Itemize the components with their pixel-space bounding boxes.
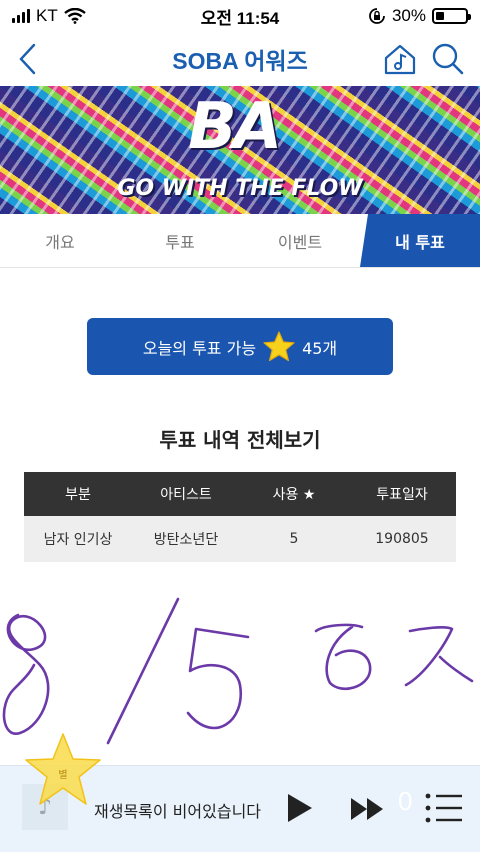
vote-count-value: 45개 — [302, 338, 338, 358]
back-chevron-icon[interactable] — [14, 42, 44, 76]
vote-count-prefix: 오늘의 투표 가능 — [142, 338, 257, 358]
cell-used-stars: 5 — [240, 516, 348, 562]
cell-category: 남자 인기상 — [24, 516, 132, 562]
table-row: 남자 인기상 방탄소년단 5 190805 — [24, 516, 456, 562]
status-left: KT — [12, 6, 86, 26]
tab-bar: 개요 투표 이벤트 내 투표 — [0, 214, 480, 268]
vote-history-title[interactable]: 투표 내역 전체보기 — [0, 424, 480, 453]
rotation-lock-icon — [369, 8, 385, 24]
status-right: 30% — [368, 6, 471, 26]
banner-slogan: GO WITH THE FLOW — [117, 176, 363, 201]
tab-vote[interactable]: 투표 — [120, 214, 240, 267]
cell-artist: 방탄소년단 — [132, 516, 240, 562]
tab-my-vote[interactable]: 내 투표 — [360, 214, 480, 267]
banner-logo: BA — [188, 90, 282, 164]
tab-event[interactable]: 이벤트 — [240, 214, 360, 267]
carrier-label: KT — [36, 6, 58, 25]
column-header-vote-date: 투표일자 — [348, 472, 456, 516]
column-header-artist: 아티스트 — [132, 472, 240, 516]
page-title: SOBA 어워즈 — [172, 48, 308, 74]
cell-vote-date: 190805 — [348, 516, 456, 562]
search-icon[interactable] — [430, 41, 464, 77]
playlist-count: 0 — [398, 786, 413, 816]
battery-percent: 30% — [391, 6, 426, 25]
signal-icon — [12, 9, 30, 23]
wifi-icon — [63, 8, 86, 24]
play-icon[interactable] — [286, 792, 314, 824]
home-music-icon[interactable] — [382, 41, 418, 77]
floating-star-button[interactable]: 별 — [20, 730, 106, 812]
app-header: SOBA 어워즈 — [0, 32, 480, 86]
vote-history-table: 부분 아티스트 사용 ★ 투표일자 남자 인기상 방탄소년단 5 190805 — [24, 472, 456, 562]
table-header-row: 부분 아티스트 사용 ★ 투표일자 — [24, 472, 456, 516]
star-icon — [263, 330, 295, 361]
playlist-menu-icon[interactable] — [424, 792, 464, 824]
floating-star-label: 별 — [58, 770, 68, 781]
column-header-category: 부분 — [24, 472, 132, 516]
tab-overview[interactable]: 개요 — [0, 214, 120, 267]
event-banner: BA GO WITH THE FLOW — [0, 86, 480, 214]
playlist-empty-text: 재생목록이 비어있습니다 — [94, 802, 262, 821]
battery-level — [436, 12, 445, 20]
today-vote-count-button[interactable]: 오늘의 투표 가능 45개 — [87, 318, 393, 375]
next-track-icon[interactable] — [350, 796, 386, 822]
battery-icon — [432, 8, 471, 24]
status-bar: KT 오전 11:54 30% — [0, 0, 480, 32]
column-header-used-stars: 사용 ★ — [240, 472, 348, 516]
